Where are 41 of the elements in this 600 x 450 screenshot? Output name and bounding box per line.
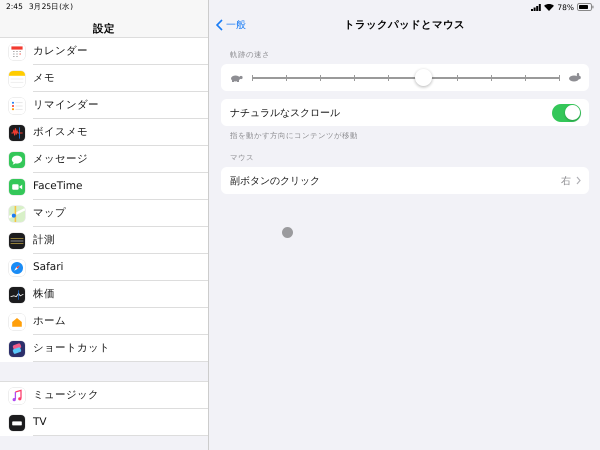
house-icon (9, 314, 25, 330)
sidebar-item-label[interactable]: ミュージック (33, 388, 99, 402)
back-chevron-icon (216, 19, 223, 31)
map-icon (9, 206, 25, 222)
sidebar-item-label[interactable]: Safari (33, 261, 64, 273)
sidebar-item-label[interactable]: メモ (33, 71, 55, 85)
stacked-layers-icon (9, 340, 25, 356)
setting-label: ナチュラルなスクロール (230, 106, 340, 120)
speech-bubble-icon (9, 152, 25, 168)
sidebar-item-label[interactable]: ホーム (33, 314, 66, 328)
sidebar-item-label[interactable]: メッセージ (33, 152, 88, 166)
sidebar-title: 設定 (93, 23, 115, 35)
sidebar-item-label[interactable]: FaceTime (33, 180, 82, 192)
music-note-icon (9, 388, 25, 404)
sidebar-item-label[interactable]: TV (33, 416, 47, 428)
sidebar-item-label[interactable]: ボイスメモ (33, 125, 88, 139)
notepad-icon (9, 70, 25, 86)
list-icon (9, 98, 25, 114)
back-button[interactable]: 一般 (216, 18, 246, 32)
sidebar-item-label[interactable]: カレンダー (33, 44, 88, 58)
video-camera-icon (9, 178, 25, 194)
calendar-icon (9, 44, 25, 60)
setting-label[interactable]: 副ボタンのクリック (230, 174, 320, 188)
page-title: トラックパッドとマウス (344, 19, 465, 31)
wifi-icon (544, 4, 554, 10)
signal-icon (531, 4, 542, 10)
waveform-icon (9, 124, 25, 140)
slider-thumb[interactable] (415, 68, 432, 86)
sidebar-item-label[interactable]: 株価 (33, 287, 55, 301)
sidebar-item-label[interactable]: 計測 (33, 233, 55, 247)
compass-icon (9, 260, 25, 276)
turtle-icon (230, 74, 243, 82)
line-graph-icon (9, 286, 25, 302)
sidebar-item-label[interactable]: マップ (33, 206, 66, 220)
battery-icon (577, 3, 594, 11)
setting-value: 右 (561, 174, 571, 188)
pointer-cursor (282, 227, 293, 238)
sidebar-item-label[interactable]: リマインダー (33, 98, 99, 112)
toggle-switch[interactable] (552, 104, 581, 122)
chevron-right-icon (576, 176, 581, 185)
sidebar-item-label[interactable]: ショートカット (33, 341, 110, 355)
